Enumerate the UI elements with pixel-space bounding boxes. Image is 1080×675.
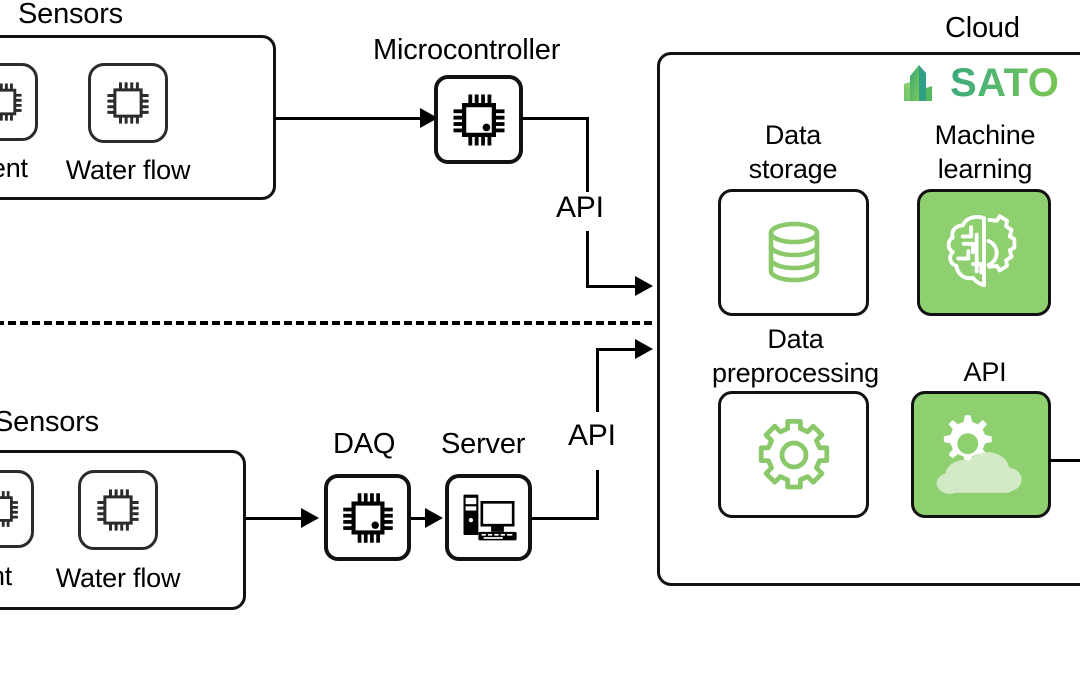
connector-mcu-out-h [521, 117, 588, 120]
daq-node[interactable] [324, 474, 411, 561]
sensor-top-item-0-label: rent [0, 153, 28, 183]
server-node[interactable] [445, 474, 532, 561]
arrow-mcu-to-cloud [635, 276, 653, 296]
cloud-group-title: Cloud [945, 12, 1020, 44]
data-storage-caption-line1: Data [764, 120, 822, 150]
tile-data-storage[interactable] [718, 189, 869, 316]
chip-icon [0, 83, 22, 121]
data-preprocessing-caption: Data preprocessing [703, 322, 888, 390]
connector-mcu-out-v-upper [586, 117, 589, 192]
chip-icon [97, 489, 139, 531]
tile-cloud-api[interactable] [911, 391, 1051, 518]
data-preprocessing-caption-line2: preprocessing [712, 358, 879, 388]
tile-data-preprocessing[interactable] [718, 391, 869, 518]
section-divider [0, 321, 652, 325]
arrow-server-to-cloud [635, 339, 653, 359]
data-storage-caption: Data storage [713, 118, 873, 186]
sensor-top-item-1[interactable] [88, 63, 168, 143]
connector-sensors-top-to-mcu [274, 117, 429, 120]
sensors-bottom-group-title: Sensors [0, 406, 99, 438]
connector-server-out-h [532, 517, 599, 520]
chip-icon [107, 82, 149, 124]
cloud-api-caption-line1: API [963, 357, 1007, 387]
chip-icon [342, 492, 393, 543]
sensor-bottom-item-1-label: Water flow [55, 563, 181, 593]
sensor-bottom-item-1[interactable] [78, 470, 158, 550]
sensor-bottom-item-0-label: nt [0, 561, 13, 591]
machine-learning-caption: Machine learning [905, 118, 1065, 186]
daq-label: DAQ [333, 428, 396, 460]
connector-mcu-to-cloud-h [586, 285, 641, 288]
sato-building-icon [904, 65, 932, 101]
diagram-canvas: Sensors rent Water flow Microcontroller [0, 0, 1080, 675]
connector-cloud-api-out [1049, 459, 1080, 462]
database-icon [768, 221, 819, 282]
connector-mcu-out-v-lower [586, 231, 589, 288]
arrow-daq-to-server [425, 508, 443, 528]
microcontroller-label: Microcontroller [373, 34, 561, 66]
sensor-top-item-0[interactable] [0, 63, 38, 141]
sato-logo: SATO [902, 60, 1059, 106]
sensor-bottom-item-0[interactable] [0, 470, 34, 548]
tile-machine-learning[interactable] [917, 189, 1051, 316]
brain-gear-icon [946, 213, 1017, 287]
machine-learning-caption-line2: learning [937, 154, 1033, 184]
cloud-api-caption: API [915, 355, 1055, 389]
data-preprocessing-caption-line1: Data [767, 324, 824, 354]
server-label: Server [441, 428, 526, 460]
sensors-top-group-title: Sensors [18, 0, 123, 30]
machine-learning-caption-line1: Machine [934, 120, 1036, 150]
cloud-gear-icon [936, 414, 1022, 494]
chip-icon [0, 491, 18, 527]
arrow-sensors-bottom-to-daq [301, 508, 319, 528]
data-storage-caption-line2: storage [748, 154, 838, 184]
microcontroller-node[interactable] [434, 75, 523, 164]
connector-server-out-v-lower [596, 470, 599, 519]
api-label-bottom: API [568, 419, 616, 452]
api-label-top: API [556, 191, 604, 224]
connector-server-out-v-upper [596, 350, 599, 412]
sensor-top-item-1-label: Water flow [65, 155, 191, 185]
sato-wordmark: SATO [950, 61, 1060, 105]
gear-icon [758, 418, 829, 489]
desktop-computer-icon [463, 494, 517, 540]
chip-icon [453, 94, 504, 145]
